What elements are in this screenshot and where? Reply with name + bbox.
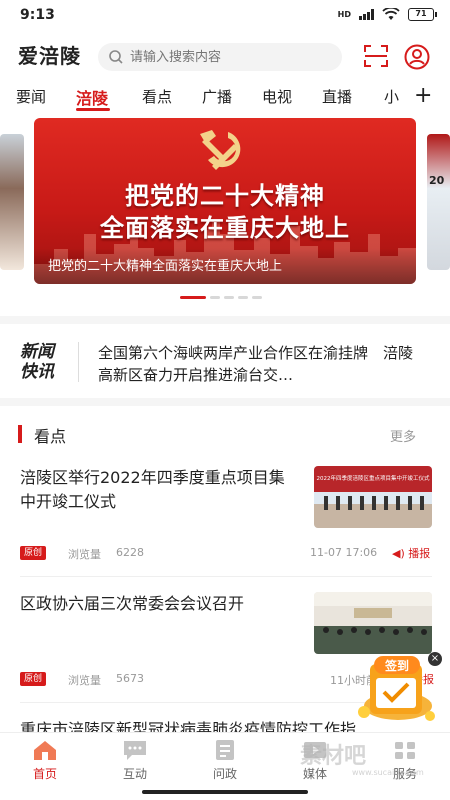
banner-headline-line2: 全面落实在重庆大地上 xyxy=(100,214,350,242)
banner-carousel[interactable]: 把党的二十大精神 全面落实在重庆大地上 把党的二十大精神全面落实在重庆大地上 2… xyxy=(0,118,450,299)
next-banner-text: 20 xyxy=(429,174,445,187)
meeting-photo xyxy=(314,592,432,654)
section-divider xyxy=(0,398,450,406)
news-flash-text[interactable]: 全国第六个海峡两岸产业合作区在渝挂牌 涪陵高新区奋力开启推进渝台交… xyxy=(98,342,418,386)
home-icon xyxy=(34,741,56,760)
banner-slide[interactable]: 把党的二十大精神 全面落实在重庆大地上 把党的二十大精神全面落实在重庆大地上 xyxy=(34,118,416,284)
article-meta: 原创 浏览量 6228 11-07 17:06 ◀) 播报 xyxy=(0,544,450,564)
carousel-dot xyxy=(224,296,234,299)
row-divider xyxy=(20,576,432,577)
signal-icon xyxy=(359,9,374,20)
news-flash[interactable]: 新闻 快讯 全国第六个海峡两岸产业合作区在渝挂牌 涪陵高新区奋力开启推进渝台交… xyxy=(0,330,450,394)
document-icon xyxy=(216,740,234,760)
search-input[interactable] xyxy=(130,47,330,67)
carousel-indicator xyxy=(180,296,262,299)
carousel-dot xyxy=(238,296,248,299)
search-icon xyxy=(109,50,123,64)
nav-home[interactable]: 首页 xyxy=(10,739,80,782)
active-tab-indicator xyxy=(76,108,110,111)
news-flash-logo: 新闻 快讯 xyxy=(20,342,54,382)
section-title: 看点 xyxy=(34,427,67,446)
tab-zhibo[interactable]: 直播 xyxy=(322,86,352,107)
more-link[interactable]: 更多 xyxy=(390,426,416,445)
tab-fuling[interactable]: 涪陵 xyxy=(76,85,108,109)
views-label: 浏览量 xyxy=(68,548,101,561)
app-logo: 爱涪陵 xyxy=(18,44,81,68)
battery-icon: 71 xyxy=(408,8,437,21)
article-title[interactable]: 涪陵区举行2022年四季度重点项目集中开竣工仪式 xyxy=(20,466,290,514)
wifi-icon xyxy=(382,8,400,20)
views-label: 浏览量 xyxy=(68,674,101,687)
audio-report-button[interactable]: ◀) 播报 xyxy=(392,545,430,561)
party-emblem-icon xyxy=(200,130,241,170)
section-header: 看点 更多 xyxy=(0,420,450,448)
watermark-url: www.sucaiba.com xyxy=(352,768,424,777)
next-banner-card[interactable]: 20 xyxy=(427,134,450,270)
channel-tabs: 要闻 涪陵 看点 广播 电视 直播 小 + xyxy=(0,82,450,112)
network-type: HD xyxy=(337,9,351,19)
status-time: 9:13 xyxy=(20,7,55,23)
app-header: 爱涪陵 xyxy=(0,36,450,76)
article-item[interactable]: 涪陵区举行2022年四季度重点项目集中开竣工仪式 2022年四季度涪陵区重点项目… xyxy=(0,466,450,578)
tab-dianshi[interactable]: 电视 xyxy=(262,86,292,107)
service-icon xyxy=(395,742,415,759)
tab-kandian[interactable]: 看点 xyxy=(142,86,172,107)
article-title[interactable]: 区政协六届三次常委会会议召开 xyxy=(20,592,290,616)
add-channel-icon[interactable]: + xyxy=(414,83,432,108)
original-badge: 原创 xyxy=(20,672,47,686)
prev-banner-card[interactable] xyxy=(0,134,24,270)
scan-icon[interactable] xyxy=(364,45,388,67)
search-bar[interactable] xyxy=(98,43,342,71)
user-icon[interactable] xyxy=(404,44,430,70)
view-count: 6228 xyxy=(116,546,144,559)
view-count: 5673 xyxy=(116,672,144,685)
tab-yaowen[interactable]: 要闻 xyxy=(16,86,46,107)
publish-time: 11-07 17:06 xyxy=(310,546,378,559)
sign-in-float-button[interactable]: 签到 xyxy=(356,650,438,728)
tab-guangbo[interactable]: 广播 xyxy=(202,86,232,107)
close-icon[interactable]: × xyxy=(428,652,442,666)
nav-wenzheng[interactable]: 问政 xyxy=(190,739,260,782)
home-indicator xyxy=(142,790,308,794)
svg-text:2022年四季度涪陵区重点项目集中开竣工仪式: 2022年四季度涪陵区重点项目集中开竣工仪式 xyxy=(317,474,430,482)
banner-headline-line1: 把党的二十大精神 xyxy=(125,182,325,210)
carousel-dot xyxy=(210,296,220,299)
status-bar: 9:13 HD 71 xyxy=(0,0,450,30)
watermark: 素材吧 xyxy=(300,744,367,769)
article-thumbnail[interactable]: 2022年四季度涪陵区重点项目集中开竣工仪式 xyxy=(314,466,432,528)
section-accent-bar xyxy=(18,425,22,443)
tab-xiao[interactable]: 小 xyxy=(384,86,399,107)
banner-caption: 把党的二十大精神全面落实在重庆大地上 xyxy=(48,259,283,274)
article-thumbnail[interactable] xyxy=(314,592,432,654)
app-screen: 9:13 HD 71 爱涪陵 要闻 涪陵 看点 广播 电视 直播 xyxy=(0,0,450,800)
nav-interact[interactable]: 互动 xyxy=(100,739,170,782)
ceremony-photo: 2022年四季度涪陵区重点项目集中开竣工仪式 xyxy=(314,466,432,528)
carousel-dot xyxy=(252,296,262,299)
section-divider xyxy=(0,316,450,324)
original-badge: 原创 xyxy=(20,546,47,560)
svg-text:签到: 签到 xyxy=(384,658,409,673)
chat-icon xyxy=(124,741,146,760)
carousel-dot-active xyxy=(180,296,206,299)
